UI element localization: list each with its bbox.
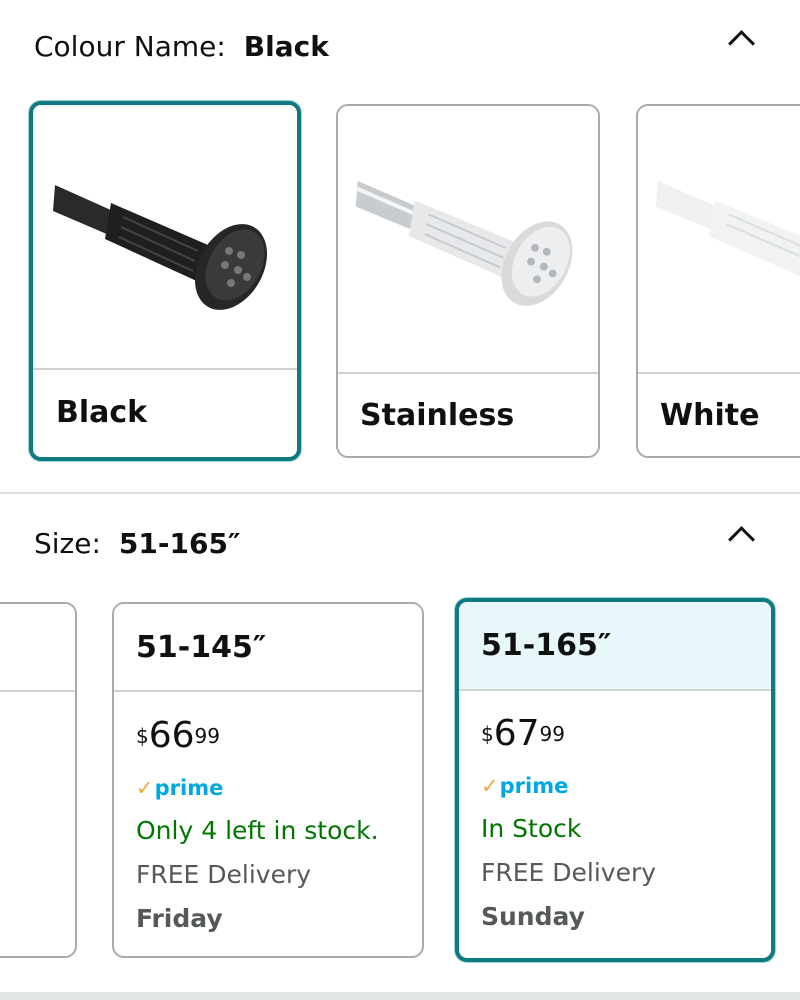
price-whole: 66 [148, 715, 195, 756]
price-fraction: 99 [194, 724, 220, 748]
swatch-label-white: White [660, 398, 760, 433]
price-currency: $ [481, 722, 494, 746]
bottom-divider [0, 992, 800, 1000]
colour-option-stainless[interactable]: Stainless [336, 104, 600, 458]
prime-badge: ✓prime [481, 774, 568, 798]
swatch-divider [638, 372, 800, 374]
size-card-divider [0, 690, 75, 692]
size-option-51-165[interactable]: 51-165″ $6799 ✓prime In Stock FREE Deliv… [455, 598, 775, 962]
white-rod-image [638, 106, 800, 370]
size-card-header: 51-165″ [459, 602, 771, 689]
swatch-divider [33, 368, 297, 370]
black-tension-rod-image [53, 185, 268, 310]
size-card-divider [114, 690, 422, 692]
size-section-header: Size: 51-165″ [34, 527, 240, 560]
colour-selected-value: Black [243, 30, 329, 63]
colour-section-header: Colour Name: Black [34, 30, 329, 63]
swatch-label-stainless: Stainless [360, 398, 515, 433]
prime-check-icon: ✓ [481, 774, 499, 798]
product-variation-panel: Colour Name: Black Black Stainless White… [0, 0, 800, 1000]
size-collapse-chevron-up-icon[interactable] [728, 526, 755, 553]
colour-option-black[interactable]: Black [29, 101, 301, 461]
white-tension-rod-image [655, 180, 800, 277]
stock-status: Only 4 left in stock. [136, 816, 379, 845]
stainless-tension-rod-image [355, 180, 573, 306]
size-option-51-145[interactable]: 51-145″ $6699 ✓prime Only 4 left in stoc… [112, 602, 424, 958]
size-card-header: 51-145″ [114, 604, 422, 690]
colour-label: Colour Name: [34, 30, 226, 63]
delivery-day: Friday [136, 904, 223, 933]
size-card-divider [459, 689, 771, 691]
swatch-divider [338, 372, 598, 374]
swatch-label-black: Black [56, 395, 148, 430]
price-whole: 67 [493, 713, 540, 754]
colour-option-white[interactable]: White [636, 104, 800, 458]
delivery-text: FREE Delivery [481, 858, 657, 887]
price: $6699 [136, 718, 220, 754]
stainless-rod-image [338, 106, 598, 370]
prime-label: prime [154, 776, 224, 800]
size-card-header [0, 604, 75, 690]
prime-label: prime [499, 774, 569, 798]
stock-status: In Stock [481, 814, 582, 843]
size-selected-value: 51-165″ [118, 527, 241, 560]
price-fraction: 99 [539, 722, 565, 746]
prime-badge: ✓prime [136, 776, 223, 800]
size-card-title: 51-165″ [481, 628, 612, 663]
black-rod-image [33, 105, 297, 369]
size-card-title: 51-145″ [136, 630, 267, 665]
delivery-day: Sunday [481, 902, 585, 931]
colour-collapse-chevron-up-icon[interactable] [728, 30, 755, 57]
section-divider [0, 492, 800, 494]
size-label: Size: [34, 527, 101, 560]
prime-check-icon: ✓ [136, 776, 154, 800]
delivery-text: FREE Delivery [136, 860, 312, 889]
price-currency: $ [136, 724, 149, 748]
price: $6799 [481, 716, 565, 752]
size-option-partial[interactable] [0, 602, 77, 958]
